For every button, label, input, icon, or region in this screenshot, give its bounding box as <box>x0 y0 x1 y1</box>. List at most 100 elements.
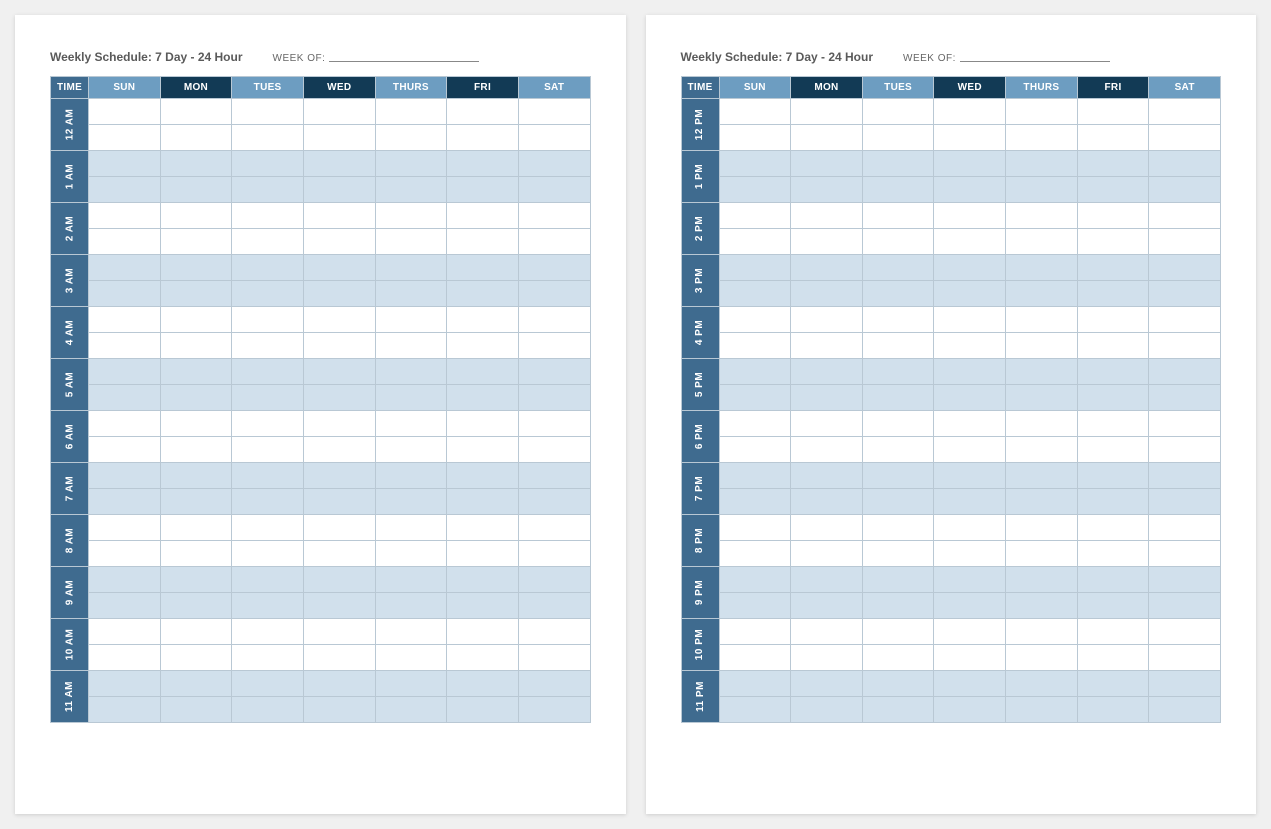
schedule-cell[interactable] <box>862 437 934 463</box>
schedule-cell[interactable] <box>934 151 1006 177</box>
schedule-cell[interactable] <box>1149 385 1221 411</box>
schedule-cell[interactable] <box>160 307 232 333</box>
schedule-cell[interactable] <box>375 177 447 203</box>
schedule-cell[interactable] <box>89 385 161 411</box>
schedule-cell[interactable] <box>447 177 519 203</box>
schedule-cell[interactable] <box>934 489 1006 515</box>
schedule-cell[interactable] <box>303 489 375 515</box>
schedule-cell[interactable] <box>303 125 375 151</box>
schedule-cell[interactable] <box>1149 593 1221 619</box>
schedule-cell[interactable] <box>232 281 304 307</box>
schedule-cell[interactable] <box>1149 151 1221 177</box>
schedule-cell[interactable] <box>160 125 232 151</box>
schedule-cell[interactable] <box>518 99 590 125</box>
schedule-cell[interactable] <box>303 385 375 411</box>
schedule-cell[interactable] <box>1077 99 1149 125</box>
schedule-cell[interactable] <box>791 593 863 619</box>
schedule-cell[interactable] <box>1006 203 1078 229</box>
schedule-cell[interactable] <box>518 177 590 203</box>
schedule-cell[interactable] <box>89 541 161 567</box>
schedule-cell[interactable] <box>89 463 161 489</box>
schedule-cell[interactable] <box>934 437 1006 463</box>
schedule-cell[interactable] <box>1149 177 1221 203</box>
week-of-blank-line[interactable] <box>329 61 479 62</box>
schedule-cell[interactable] <box>447 489 519 515</box>
schedule-cell[interactable] <box>303 359 375 385</box>
schedule-cell[interactable] <box>447 593 519 619</box>
schedule-cell[interactable] <box>791 177 863 203</box>
schedule-cell[interactable] <box>719 99 791 125</box>
schedule-cell[interactable] <box>862 671 934 697</box>
schedule-cell[interactable] <box>719 177 791 203</box>
schedule-cell[interactable] <box>934 411 1006 437</box>
schedule-cell[interactable] <box>160 99 232 125</box>
schedule-cell[interactable] <box>160 489 232 515</box>
schedule-cell[interactable] <box>862 645 934 671</box>
schedule-cell[interactable] <box>447 671 519 697</box>
schedule-cell[interactable] <box>791 151 863 177</box>
schedule-cell[interactable] <box>232 151 304 177</box>
schedule-cell[interactable] <box>1006 697 1078 723</box>
schedule-cell[interactable] <box>375 697 447 723</box>
schedule-cell[interactable] <box>791 645 863 671</box>
schedule-cell[interactable] <box>791 437 863 463</box>
schedule-cell[interactable] <box>89 411 161 437</box>
schedule-cell[interactable] <box>1149 411 1221 437</box>
schedule-cell[interactable] <box>518 307 590 333</box>
schedule-cell[interactable] <box>1006 437 1078 463</box>
schedule-cell[interactable] <box>791 255 863 281</box>
schedule-cell[interactable] <box>934 541 1006 567</box>
schedule-cell[interactable] <box>1006 359 1078 385</box>
schedule-cell[interactable] <box>791 411 863 437</box>
schedule-cell[interactable] <box>1077 281 1149 307</box>
schedule-cell[interactable] <box>1006 619 1078 645</box>
schedule-cell[interactable] <box>1006 281 1078 307</box>
schedule-cell[interactable] <box>160 593 232 619</box>
schedule-cell[interactable] <box>862 177 934 203</box>
schedule-cell[interactable] <box>232 619 304 645</box>
schedule-cell[interactable] <box>232 697 304 723</box>
schedule-cell[interactable] <box>447 99 519 125</box>
schedule-cell[interactable] <box>934 671 1006 697</box>
schedule-cell[interactable] <box>934 567 1006 593</box>
schedule-cell[interactable] <box>862 359 934 385</box>
schedule-cell[interactable] <box>447 125 519 151</box>
schedule-cell[interactable] <box>518 151 590 177</box>
schedule-cell[interactable] <box>160 437 232 463</box>
schedule-cell[interactable] <box>1077 229 1149 255</box>
schedule-cell[interactable] <box>1149 437 1221 463</box>
schedule-cell[interactable] <box>1077 203 1149 229</box>
schedule-cell[interactable] <box>160 151 232 177</box>
schedule-cell[interactable] <box>934 255 1006 281</box>
schedule-cell[interactable] <box>934 463 1006 489</box>
schedule-cell[interactable] <box>303 671 375 697</box>
schedule-cell[interactable] <box>862 697 934 723</box>
schedule-cell[interactable] <box>160 203 232 229</box>
schedule-cell[interactable] <box>934 359 1006 385</box>
schedule-cell[interactable] <box>232 671 304 697</box>
schedule-cell[interactable] <box>375 489 447 515</box>
schedule-cell[interactable] <box>518 645 590 671</box>
schedule-cell[interactable] <box>303 541 375 567</box>
schedule-cell[interactable] <box>719 281 791 307</box>
schedule-cell[interactable] <box>1149 255 1221 281</box>
schedule-cell[interactable] <box>303 567 375 593</box>
schedule-cell[interactable] <box>862 411 934 437</box>
schedule-cell[interactable] <box>447 437 519 463</box>
schedule-cell[interactable] <box>719 645 791 671</box>
schedule-cell[interactable] <box>791 671 863 697</box>
schedule-cell[interactable] <box>303 177 375 203</box>
schedule-cell[interactable] <box>1006 125 1078 151</box>
schedule-cell[interactable] <box>862 333 934 359</box>
schedule-cell[interactable] <box>1077 697 1149 723</box>
schedule-cell[interactable] <box>518 567 590 593</box>
schedule-cell[interactable] <box>232 593 304 619</box>
schedule-cell[interactable] <box>518 229 590 255</box>
schedule-cell[interactable] <box>719 697 791 723</box>
schedule-cell[interactable] <box>89 333 161 359</box>
schedule-cell[interactable] <box>719 255 791 281</box>
schedule-cell[interactable] <box>719 463 791 489</box>
schedule-cell[interactable] <box>1149 359 1221 385</box>
schedule-cell[interactable] <box>1006 411 1078 437</box>
schedule-cell[interactable] <box>1077 489 1149 515</box>
